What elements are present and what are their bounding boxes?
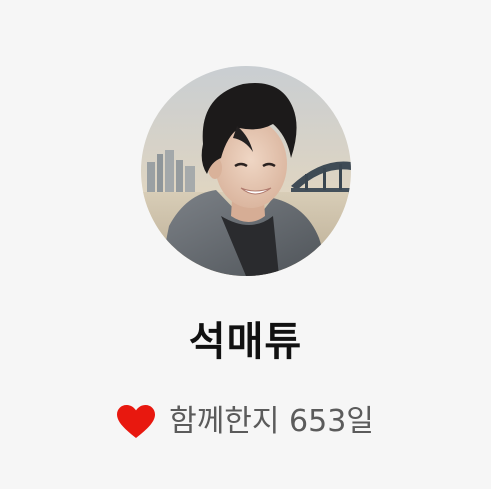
profile-screen: 석매튜 함께한지 653일 (0, 0, 491, 489)
together-days-row: 함께한지 653일 (0, 400, 491, 444)
heart-icon (117, 405, 156, 439)
together-days-label: 함께한지 653일 (169, 404, 374, 439)
profile-name: 석매튜 (188, 319, 303, 365)
avatar-photo (141, 66, 351, 276)
profile-avatar[interactable] (141, 66, 351, 276)
